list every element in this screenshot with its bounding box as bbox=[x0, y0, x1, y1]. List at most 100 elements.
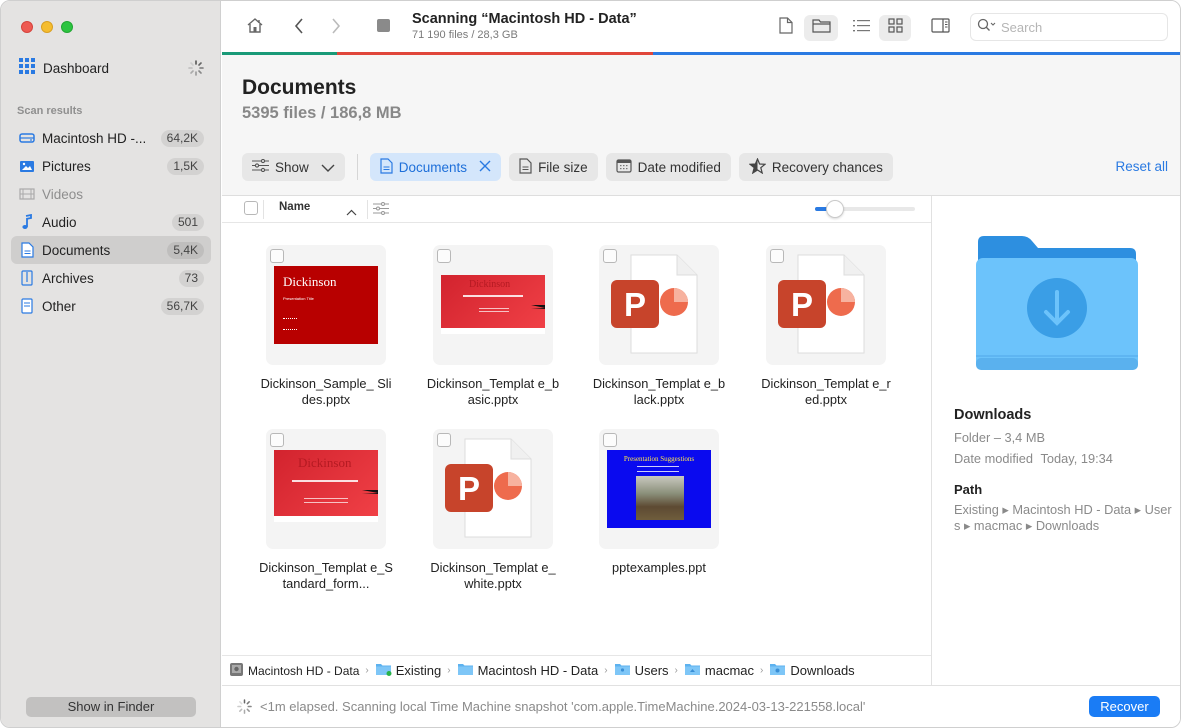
count-badge: 73 bbox=[178, 269, 204, 287]
home-button[interactable] bbox=[241, 15, 269, 41]
stop-scan-button[interactable] bbox=[369, 15, 397, 41]
slide-preview: Presentation Suggestions bbox=[607, 450, 711, 528]
file-tile[interactable]: Dickinson Dickinson_Templat e_Standard_f… bbox=[222, 408, 393, 591]
sidebar-item-documents[interactable]: Documents 5,4K bbox=[11, 236, 211, 264]
show-filter-button[interactable]: Show bbox=[242, 153, 345, 181]
sidebar-item-audio[interactable]: Audio 501 bbox=[11, 208, 211, 236]
sidebar-item-videos[interactable]: Videos bbox=[11, 180, 211, 208]
users-folder-icon bbox=[614, 662, 631, 679]
breadcrumb-item[interactable]: Macintosh HD - Data bbox=[229, 662, 359, 680]
sidebar-item-other[interactable]: Other 56,7K bbox=[11, 292, 211, 320]
breadcrumb-item[interactable]: macmac bbox=[684, 662, 754, 679]
downloads-folder-icon bbox=[974, 232, 1140, 381]
file-checkbox[interactable] bbox=[437, 433, 451, 447]
slide-title: Presentation Suggestions bbox=[623, 455, 695, 463]
sidebar-item-label: Videos bbox=[42, 186, 84, 202]
file-tile[interactable]: Presentation Suggestions pptexamples.ppt bbox=[555, 408, 722, 588]
slide-subtitle: Presentation Title bbox=[283, 296, 314, 301]
breadcrumb-item[interactable]: Macintosh HD - Data bbox=[457, 662, 598, 679]
search-input[interactable] bbox=[1001, 19, 1151, 35]
slide-preview: Dickinson bbox=[441, 275, 545, 334]
close-window-button[interactable] bbox=[21, 21, 33, 33]
date-modified-label: Date modified bbox=[637, 159, 721, 175]
dashboard-label: Dashboard bbox=[43, 60, 110, 76]
file-thumbnail[interactable]: Dickinson bbox=[266, 429, 386, 549]
search-field[interactable] bbox=[970, 13, 1168, 41]
file-checkbox[interactable] bbox=[603, 249, 617, 263]
file-checkbox[interactable] bbox=[437, 249, 451, 263]
file-thumbnail[interactable]: Dickinson Presentation Title bbox=[266, 245, 386, 365]
disk-icon bbox=[229, 662, 244, 680]
sidebar-item-dashboard[interactable]: Dashboard bbox=[19, 57, 206, 79]
slide-title: Dickinson bbox=[283, 274, 337, 289]
breadcrumb-label: Users bbox=[634, 663, 669, 678]
other-file-icon bbox=[19, 298, 35, 314]
recovery-chances-filter-button[interactable]: Recovery chances bbox=[738, 153, 893, 181]
loading-spinner-icon bbox=[237, 699, 252, 719]
dashboard-grid-icon bbox=[19, 57, 35, 79]
file-tile[interactable]: Dickinson Dickinson_Templat e_basic.pptx bbox=[389, 224, 559, 407]
file-thumbnail[interactable]: Dickinson bbox=[433, 245, 553, 365]
grid-view-button[interactable] bbox=[879, 15, 911, 41]
file-icon bbox=[519, 157, 532, 177]
slide-accent bbox=[362, 490, 378, 494]
recover-button[interactable]: Recover bbox=[1089, 696, 1160, 717]
sidebar-item-label: Other bbox=[42, 298, 76, 314]
back-button[interactable] bbox=[285, 15, 313, 41]
list-header: Name bbox=[222, 196, 931, 223]
file-view-button[interactable] bbox=[772, 15, 800, 41]
picture-icon bbox=[19, 158, 35, 174]
search-icon bbox=[977, 18, 997, 37]
slide-text-lines bbox=[283, 318, 297, 330]
breadcrumb-item[interactable]: Users bbox=[614, 662, 669, 679]
file-tile[interactable]: P Dickinson_Templat e_black.pptx bbox=[555, 224, 725, 407]
name-column-header[interactable]: Name bbox=[279, 201, 310, 213]
thumbnail-size-slider[interactable] bbox=[815, 200, 915, 218]
chevron-right-icon bbox=[331, 17, 341, 39]
forward-button[interactable] bbox=[322, 15, 350, 41]
star-icon bbox=[748, 156, 767, 177]
file-thumbnail[interactable]: P bbox=[766, 245, 886, 365]
folder-view-button[interactable] bbox=[804, 15, 838, 41]
file-thumbnail[interactable]: P bbox=[433, 429, 553, 549]
file-checkbox[interactable] bbox=[603, 433, 617, 447]
file-tile[interactable]: P Dickinson_Templat e_white.pptx bbox=[389, 408, 556, 591]
minimize-window-button[interactable] bbox=[41, 21, 53, 33]
sidebar-item-macintosh-hd[interactable]: Macintosh HD -... 64,2K bbox=[11, 124, 211, 152]
file-size-filter-button[interactable]: File size bbox=[509, 153, 598, 181]
filter-divider bbox=[356, 154, 358, 180]
select-all-checkbox[interactable] bbox=[244, 201, 258, 215]
sidebar-item-archives[interactable]: Archives 73 bbox=[11, 264, 211, 292]
filter-bar: Show Documents File size Date modified R… bbox=[242, 153, 893, 181]
zoom-window-button[interactable] bbox=[61, 21, 73, 33]
file-thumbnail[interactable]: Presentation Suggestions bbox=[599, 429, 719, 549]
file-tile[interactable]: Dickinson Presentation Title Dickinson_S… bbox=[222, 224, 391, 407]
breadcrumb: Macintosh HD - Data › Existing › Macinto… bbox=[222, 655, 931, 685]
path-label: Path bbox=[954, 482, 983, 497]
column-divider bbox=[367, 200, 368, 219]
documents-filter-chip[interactable]: Documents bbox=[369, 153, 502, 181]
breadcrumb-item[interactable]: Downloads bbox=[769, 662, 855, 679]
list-view-button[interactable] bbox=[847, 15, 875, 41]
file-name: Dickinson_Templat e_basic.pptx bbox=[426, 376, 560, 407]
reset-all-link[interactable]: Reset all bbox=[1115, 159, 1168, 174]
window-controls bbox=[21, 21, 73, 33]
slider-thumb[interactable] bbox=[826, 200, 844, 218]
file-tile[interactable]: P Dickinson_Templat e_red.pptx bbox=[722, 224, 891, 407]
date-modified-filter-button[interactable]: Date modified bbox=[605, 153, 731, 181]
file-checkbox[interactable] bbox=[270, 249, 284, 263]
sort-ascending-icon[interactable] bbox=[346, 203, 357, 221]
file-checkbox[interactable] bbox=[270, 433, 284, 447]
sliders-icon bbox=[252, 158, 269, 175]
breadcrumb-item[interactable]: Existing bbox=[375, 662, 441, 679]
svg-text:P: P bbox=[624, 286, 646, 323]
close-icon[interactable] bbox=[479, 160, 491, 175]
column-settings-icon[interactable] bbox=[373, 202, 389, 220]
sidebar-item-pictures[interactable]: Pictures 1,5K bbox=[11, 152, 211, 180]
file-checkbox[interactable] bbox=[770, 249, 784, 263]
toggle-preview-pane-button[interactable] bbox=[926, 15, 954, 41]
grid-icon bbox=[887, 18, 903, 38]
breadcrumb-separator-icon: › bbox=[447, 665, 451, 676]
show-in-finder-button[interactable]: Show in Finder bbox=[26, 697, 196, 717]
file-thumbnail[interactable]: P bbox=[599, 245, 719, 365]
